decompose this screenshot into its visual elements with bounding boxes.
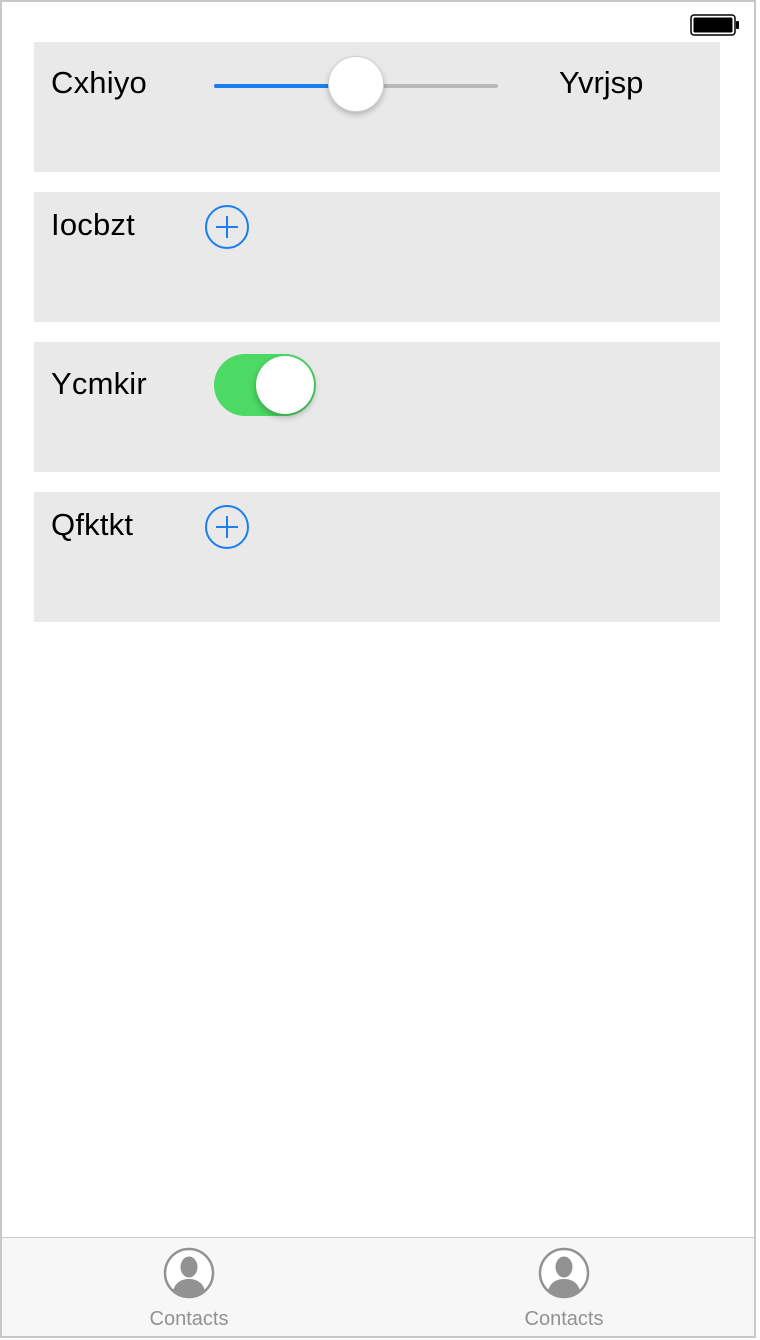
plus-circle-icon[interactable] [204, 504, 250, 550]
tab-bar: Contacts Contacts [2, 1237, 754, 1336]
person-icon [538, 1247, 590, 1299]
plus-circle-icon[interactable] [204, 204, 250, 250]
add-row-label: Qfktkt [51, 507, 134, 542]
switch-row-label: Ycmkir [51, 366, 147, 401]
slider-thumb[interactable] [328, 56, 384, 112]
status-bar [2, 2, 754, 42]
tab-contacts-2[interactable]: Contacts [484, 1238, 644, 1336]
add-card-iocbzt: Iocbzt [34, 192, 720, 322]
add-row-label: Iocbzt [51, 207, 135, 242]
app-screen: Cxhiyo Yvrjsp Iocbzt Ycmkir Qfktkt Conta… [0, 0, 756, 1338]
switch-card: Ycmkir [34, 342, 720, 472]
slider-right-label: Yvrjsp [559, 65, 644, 100]
tab-label: Contacts [524, 1308, 604, 1330]
toggle-knob [256, 356, 314, 414]
battery-icon [690, 14, 739, 36]
add-card-qfktkt: Qfktkt [34, 492, 720, 622]
toggle-switch[interactable] [214, 354, 316, 416]
tab-label: Contacts [149, 1308, 229, 1330]
tab-contacts[interactable]: Contacts [109, 1238, 269, 1336]
slider-left-label: Cxhiyo [51, 65, 147, 100]
slider-card: Cxhiyo Yvrjsp [34, 42, 720, 172]
person-icon [163, 1247, 215, 1299]
